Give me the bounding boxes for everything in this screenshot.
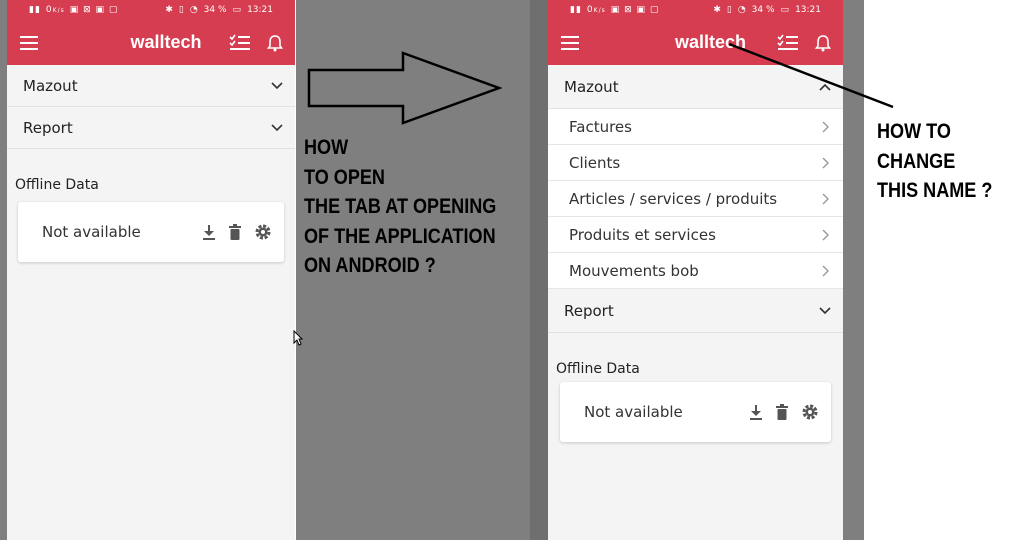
question-annotation-right: HOW TO CHANGE THIS NAME ? (877, 117, 992, 206)
pointer-line-icon (728, 42, 894, 109)
annotation-line: THE TAB AT OPENING (304, 195, 497, 218)
question-annotation-left: HOW TO OPEN THE TAB AT OPENING OF THE AP… (304, 133, 496, 281)
battery-icon: ▭ (780, 5, 790, 15)
accordion-header-report[interactable]: Report (548, 289, 843, 333)
menu-item-factures[interactable]: Factures (548, 109, 843, 145)
status-icons-right: ✱ ▯ ◔ 34 % ▭ 13:21 (713, 5, 821, 15)
accordion-label: Report (23, 118, 73, 137)
menu-item-label: Mouvements bob (569, 261, 699, 280)
annotation-line: ON ANDROID ? (304, 254, 436, 277)
background-gray-divider (530, 0, 548, 540)
gear-icon[interactable] (254, 223, 272, 241)
app-title: walltech (130, 32, 202, 52)
offline-status-text: Not available (42, 223, 141, 241)
battery-text: 34 % (751, 5, 775, 15)
annotation-line: HOW TO (877, 120, 951, 143)
menu-item-label: Articles / services / produits (569, 189, 778, 208)
annotation-line: THIS NAME ? (877, 179, 993, 202)
status-icons-left: ▮▮ 0K/s ▣ ⊠ ▣ ▢ (570, 5, 659, 15)
bluetooth-icon: ✱ (713, 5, 721, 15)
status-bar: ▮▮ 0K/s ▣ ⊠ ▣ ▢ ✱ ▯ ◔ 34 % ▭ 13:21 (548, 0, 843, 20)
accordion-label: Mazout (564, 77, 619, 96)
bluetooth-icon: ✱ (165, 5, 173, 15)
annotation-line: CHANGE (877, 149, 956, 173)
annotation-line: OF THE APPLICATION (304, 224, 496, 248)
menu-item-articles[interactable]: Articles / services / produits (548, 181, 843, 217)
chevron-right-icon (822, 229, 829, 241)
menu-item-label: Produits et services (569, 225, 716, 244)
notification-icons: ▣ ⊠ ▣ ▢ (610, 5, 660, 15)
offline-card-actions (749, 403, 819, 421)
offline-data-label: Offline Data (15, 177, 99, 193)
menu-item-label: Clients (569, 153, 621, 172)
gear-icon[interactable] (801, 403, 819, 421)
download-icon[interactable] (202, 224, 216, 240)
status-bar: ▮▮ 0K/s ▣ ⊠ ▣ ▢ ✱ ▯ ◔ 34 % ▭ 13:21 (7, 0, 295, 20)
trash-icon[interactable] (775, 404, 789, 420)
net-speed: 0K/s (45, 5, 65, 15)
background-gray-left-edge (0, 0, 7, 540)
vibrate-icon: ▯ (726, 5, 732, 15)
accordion-header-report[interactable]: Report (7, 107, 295, 149)
annotation-line: HOW (304, 136, 349, 159)
checklist-icon[interactable] (229, 34, 251, 52)
net-speed: 0K/s (586, 5, 606, 15)
trash-icon[interactable] (228, 224, 242, 240)
chevron-down-icon (271, 123, 283, 132)
chevron-right-icon (822, 121, 829, 133)
offline-card-actions (202, 223, 272, 241)
hamburger-icon[interactable] (19, 35, 39, 51)
hamburger-icon[interactable] (560, 35, 580, 51)
offline-status-text: Not available (584, 403, 683, 421)
accordion-label: Report (564, 301, 614, 320)
menu-item-label: Factures (569, 117, 632, 136)
vibrate-icon: ▯ (178, 5, 184, 15)
phone-screen-left: ▮▮ 0K/s ▣ ⊠ ▣ ▢ ✱ ▯ ◔ 34 % ▭ 13:21 wallt… (7, 0, 295, 540)
offline-data-card: Not available (560, 382, 831, 442)
status-icons-left: ▮▮ 0K/s ▣ ⊠ ▣ ▢ (29, 5, 118, 15)
notification-icons: ▣ ⊠ ▣ ▢ (69, 5, 119, 15)
clock: 13:21 (247, 5, 273, 15)
status-icons-right: ✱ ▯ ◔ 34 % ▭ 13:21 (165, 5, 273, 15)
offline-data-label: Offline Data (556, 361, 640, 377)
accordion-label: Mazout (23, 76, 78, 95)
chevron-right-icon (822, 193, 829, 205)
signal-icon: ▮▮ (570, 5, 582, 15)
offline-data-card: Not available (18, 202, 284, 262)
accordion-header-mazout[interactable]: Mazout (7, 65, 295, 107)
download-icon[interactable] (749, 404, 763, 420)
battery-text: 34 % (203, 5, 227, 15)
app-bar: walltech (7, 20, 295, 65)
app-bar-actions (229, 34, 283, 52)
alarm-icon: ◔ (189, 5, 198, 15)
menu-item-mouvements[interactable]: Mouvements bob (548, 253, 843, 289)
right-arrow-icon (307, 51, 502, 125)
signal-icon: ▮▮ (29, 5, 41, 15)
chevron-right-icon (822, 265, 829, 277)
battery-icon: ▭ (232, 5, 242, 15)
alarm-icon: ◔ (737, 5, 746, 15)
annotation-line: TO OPEN (304, 165, 385, 189)
menu-item-produits[interactable]: Produits et services (548, 217, 843, 253)
chevron-right-icon (822, 157, 829, 169)
bell-icon[interactable] (267, 34, 283, 52)
clock: 13:21 (795, 5, 821, 15)
chevron-down-icon (271, 81, 283, 90)
chevron-down-icon (819, 306, 831, 315)
menu-item-clients[interactable]: Clients (548, 145, 843, 181)
mouse-cursor-icon (293, 330, 303, 346)
